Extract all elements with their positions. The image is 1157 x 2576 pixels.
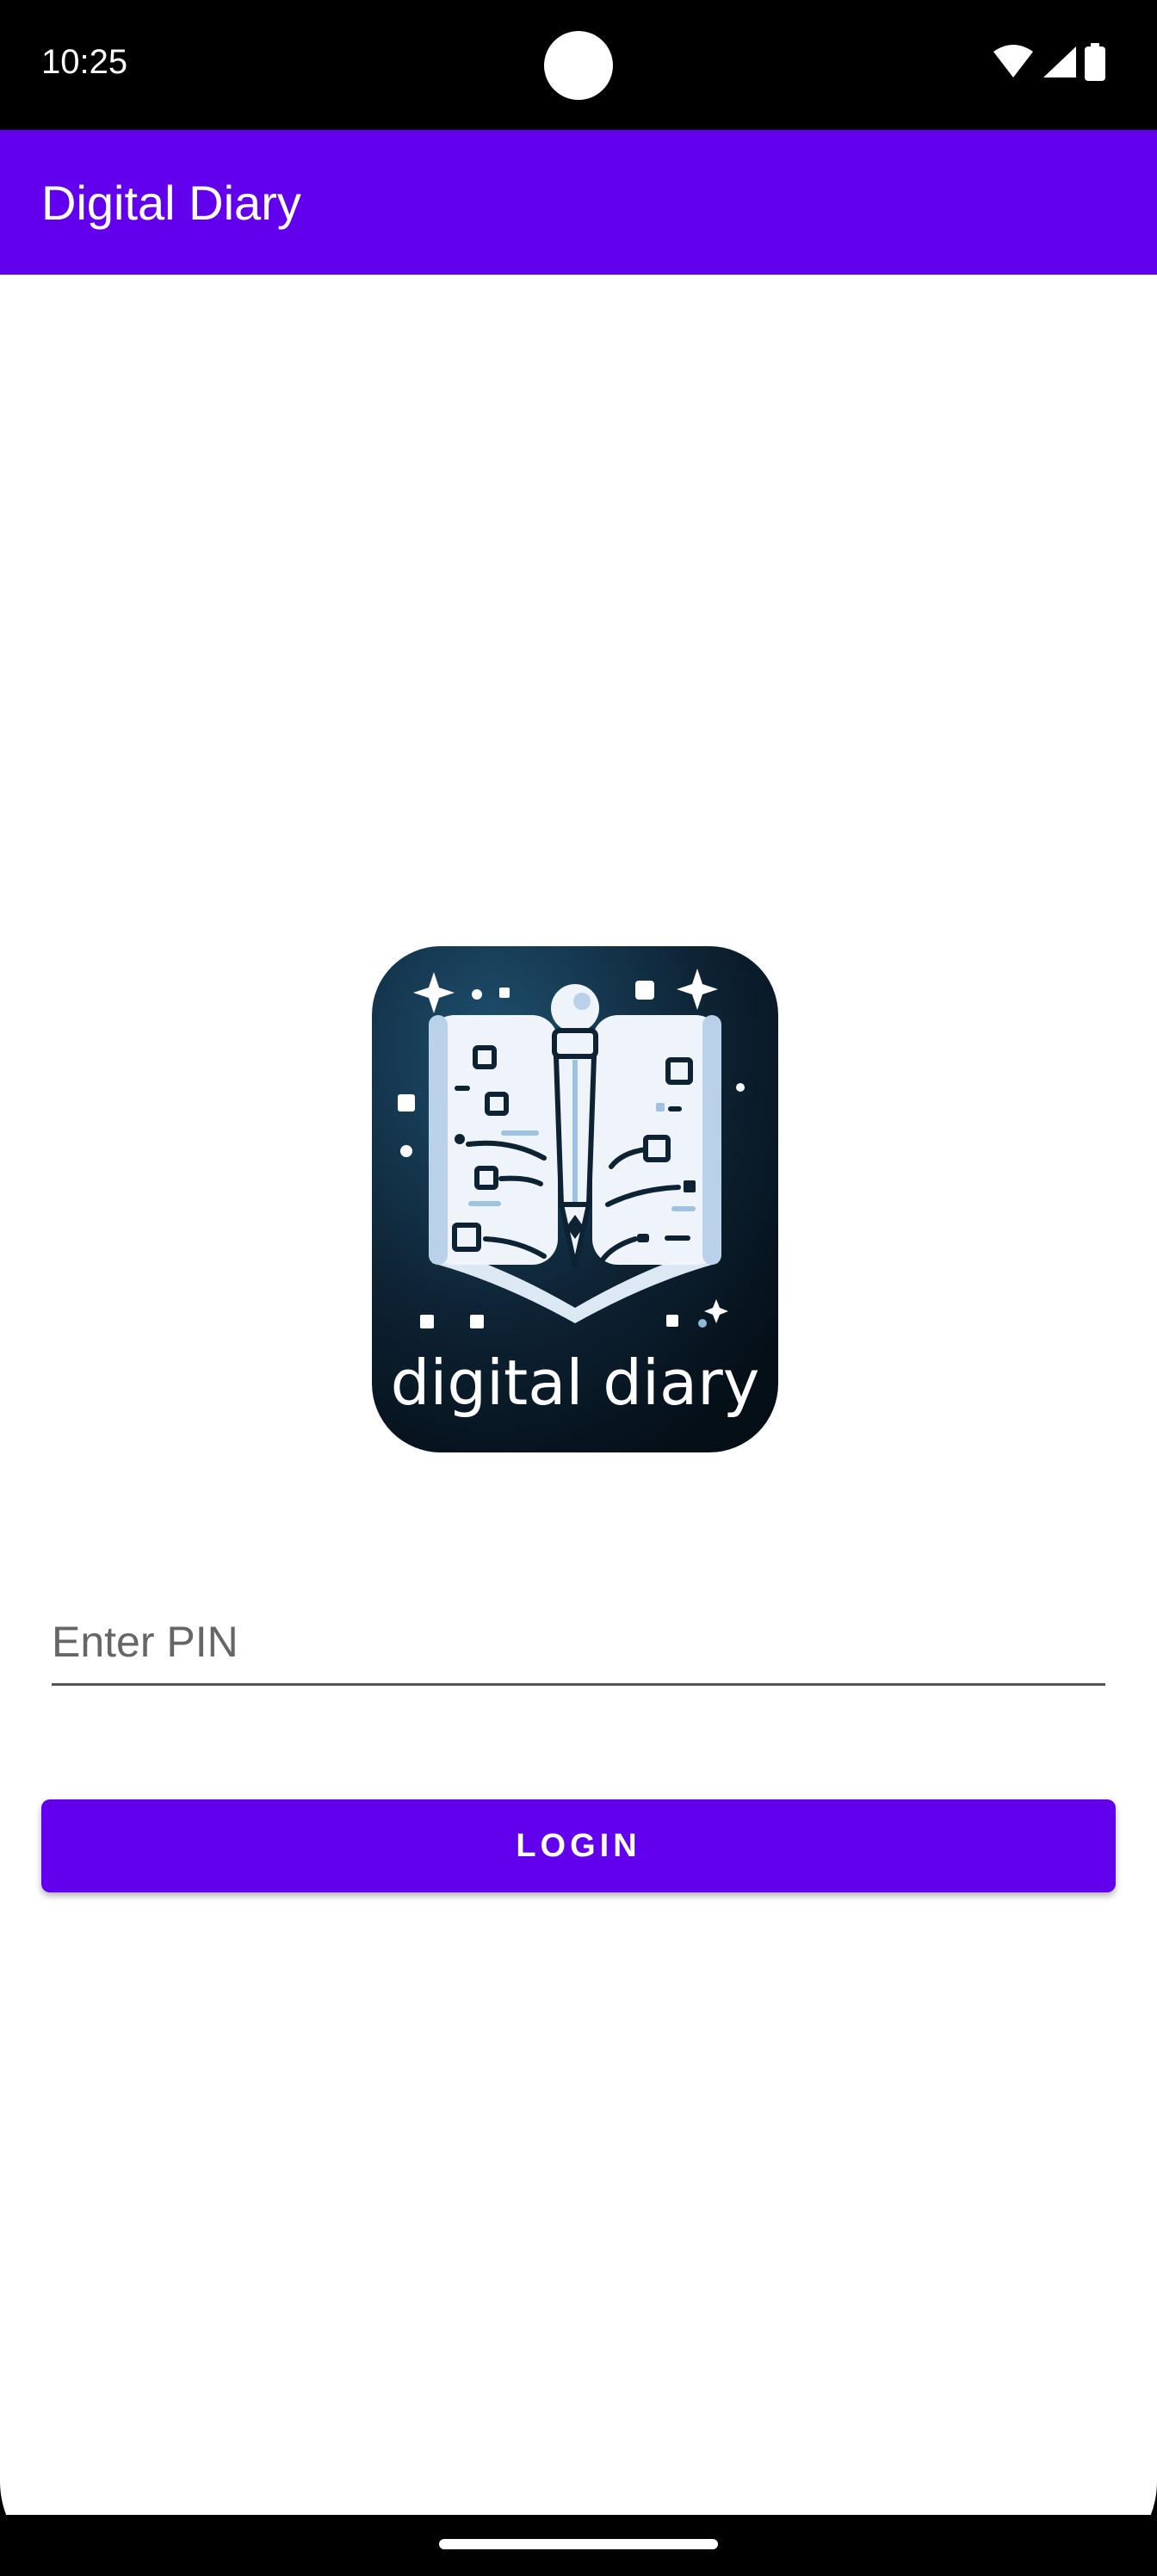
pin-field[interactable]: [52, 1601, 1105, 1686]
wifi-icon: [993, 45, 1033, 77]
digital-diary-logo-icon: digital diary: [372, 946, 778, 1452]
home-gesture-handle[interactable]: [439, 2539, 718, 2549]
phone-screen: 10:25 Digital Diary digital diary LOGIN: [0, 0, 1157, 2576]
status-time: 10:25: [41, 43, 128, 81]
battery-icon: [1085, 43, 1105, 81]
status-bar: 10:25: [0, 0, 1157, 130]
signal-icon: [1043, 46, 1076, 77]
app-title: Digital Diary: [41, 176, 301, 230]
logo-text: digital diary: [391, 1347, 760, 1419]
login-button[interactable]: LOGIN: [41, 1799, 1116, 1892]
login-screen: digital diary LOGIN: [0, 275, 1157, 2515]
app-bar: Digital Diary: [0, 130, 1157, 275]
navigation-bar: [0, 2515, 1157, 2576]
pin-input[interactable]: [52, 1601, 1105, 1683]
status-icons: [993, 43, 1105, 81]
front-camera: [544, 31, 613, 100]
